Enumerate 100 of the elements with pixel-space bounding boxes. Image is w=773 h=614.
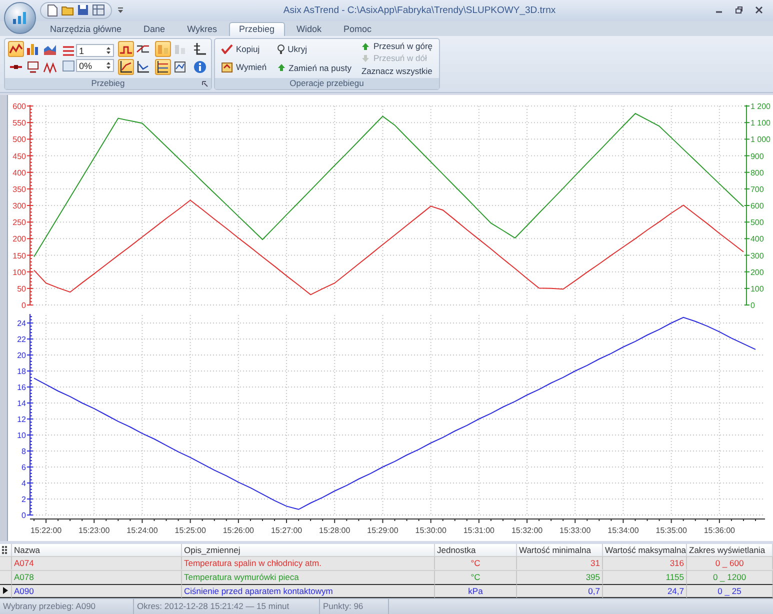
tick-label: 700: [750, 184, 764, 194]
table-cell: A074: [12, 556, 182, 570]
tick-label: 20: [17, 350, 26, 360]
ribbon-tab[interactable]: Dane: [134, 22, 176, 36]
grid-icon[interactable]: [92, 4, 105, 16]
ribbon-tab[interactable]: Przebieg: [228, 22, 285, 36]
column-header[interactable]: Wartość minimalna: [517, 544, 603, 556]
tick-label: 16: [17, 382, 26, 392]
ribbon-tab[interactable]: Wykres: [177, 22, 227, 36]
ribbon-button[interactable]: Przesuń w górę: [361, 41, 433, 52]
tick-label: 15:25:00: [174, 526, 206, 535]
ribbon-button[interactable]: Zaznacz wszystkie: [361, 66, 433, 76]
table-cell: 31: [517, 556, 603, 570]
column-header[interactable]: Jednostka: [435, 544, 517, 556]
tool-button[interactable]: [118, 59, 134, 76]
tool-button[interactable]: [172, 59, 188, 76]
table-cell: 316: [603, 556, 687, 570]
zigzag-icon: [43, 60, 57, 74]
tick-label: 12: [17, 414, 26, 424]
spin-field[interactable]: 1: [76, 44, 114, 58]
tick-label: 4: [22, 478, 26, 488]
spin-arrows-icon[interactable]: [106, 46, 111, 56]
tick-label: 15:22:00: [30, 526, 62, 535]
folder-icon[interactable]: [61, 4, 74, 16]
monitor-icon: [26, 60, 40, 74]
tick-label: 600: [12, 102, 26, 111]
column-header[interactable]: Wartość maksymalna: [603, 544, 687, 556]
column-header[interactable]: Opis_zmiennej: [182, 544, 435, 556]
dialog-launcher-icon[interactable]: [202, 80, 208, 87]
dropdown-icon[interactable]: [117, 6, 124, 14]
table-cell: 1155: [603, 570, 687, 584]
tick-label: 1 000: [750, 135, 770, 144]
tool-button[interactable]: [135, 59, 151, 76]
ribbon-button[interactable]: Zamień na pusty: [276, 62, 352, 73]
tick-label: 15:27:00: [270, 526, 302, 535]
window-title: Asix AsTrend - C:\AsixApp\Fabryka\Trendy\SLUPKOWY_3D.trnx: [282, 4, 557, 16]
table-cell: 24,7: [603, 584, 687, 598]
column-header[interactable]: Nazwa: [12, 544, 182, 556]
stacked-lines-icon: [156, 60, 170, 74]
tool-button[interactable]: [25, 41, 41, 58]
ribbon-button[interactable]: Kopiuj: [221, 44, 267, 54]
tick-label: 10: [17, 430, 26, 440]
row-pointer-icon: [3, 587, 8, 594]
tick-label: 150: [12, 251, 26, 260]
tool-button[interactable]: [8, 41, 24, 58]
row-marker[interactable]: [0, 584, 12, 598]
tick-label: 100: [12, 268, 26, 277]
ribbon-tab[interactable]: Widok: [286, 22, 332, 36]
group-label: Operacje przebiegu: [290, 78, 364, 88]
tick-label: 50: [17, 284, 26, 294]
tick-label: 15:36:00: [704, 526, 735, 535]
ribbon-button[interactable]: Ukryj: [276, 44, 352, 55]
tick-label: 15:31:00: [463, 526, 494, 535]
spin-field[interactable]: 0%: [76, 59, 114, 72]
ribbon-tab[interactable]: Narzędzia główne: [40, 22, 132, 36]
tool-button[interactable]: [25, 59, 41, 76]
new-file-icon[interactable]: [47, 4, 58, 17]
curve-icon: [136, 60, 150, 74]
column-header[interactable]: Zakres wyświetlania: [687, 544, 773, 556]
ribbon-button[interactable]: Wymień: [221, 62, 267, 73]
tick-label: 1 200: [750, 102, 770, 111]
arrow-icon: [276, 63, 286, 72]
tick-label: 15:33:00: [560, 526, 591, 535]
tool-button[interactable]: [155, 59, 171, 76]
down-arrow-icon: [361, 54, 370, 63]
bar-chart-icon: [26, 42, 40, 56]
tick-label: 400: [12, 168, 26, 178]
tick-label: 15:30:00: [415, 526, 446, 535]
tick-label: 15:34:00: [608, 526, 639, 535]
tool-button[interactable]: [118, 41, 134, 58]
tick-label: 8: [22, 446, 26, 456]
tick-label: 1 100: [750, 118, 770, 128]
grid-icon: [2, 546, 7, 554]
ribbon-tab[interactable]: Pomoc: [334, 22, 382, 36]
tick-label: 250: [12, 218, 26, 227]
close-icon[interactable]: [755, 6, 763, 14]
save-icon[interactable]: [77, 4, 89, 16]
table-cell: °C: [435, 556, 517, 570]
tick-label: 400: [750, 234, 764, 244]
table-cell: 0,7: [517, 584, 603, 598]
tool-button[interactable]: [192, 41, 208, 58]
tick-label: 200: [12, 234, 26, 244]
tick-label: 600: [750, 201, 764, 210]
tick-label: 15:26:00: [222, 526, 254, 535]
tick-label: 14: [17, 398, 26, 408]
tick-label: 22: [17, 334, 26, 344]
group-label: Przebieg: [91, 78, 125, 88]
tick-label: 500: [12, 135, 26, 144]
tick-label: 100: [750, 284, 764, 294]
spin-arrows-icon[interactable]: [106, 61, 111, 70]
bars-icon: [173, 42, 187, 56]
restore-icon[interactable]: [735, 6, 743, 14]
tick-label: 15:24:00: [126, 526, 158, 535]
table-cell: Temperatura wymurówki pieca: [182, 570, 435, 584]
tick-label: 15:29:00: [367, 526, 398, 535]
table-cell: Ciśnienie przed aparatem kontaktowym: [182, 584, 435, 598]
tick-label: 550: [12, 118, 26, 128]
column-header[interactable]: [0, 544, 12, 556]
table-cell: 0 _ 600: [687, 556, 773, 570]
tick-label: 15:23:00: [78, 526, 110, 535]
